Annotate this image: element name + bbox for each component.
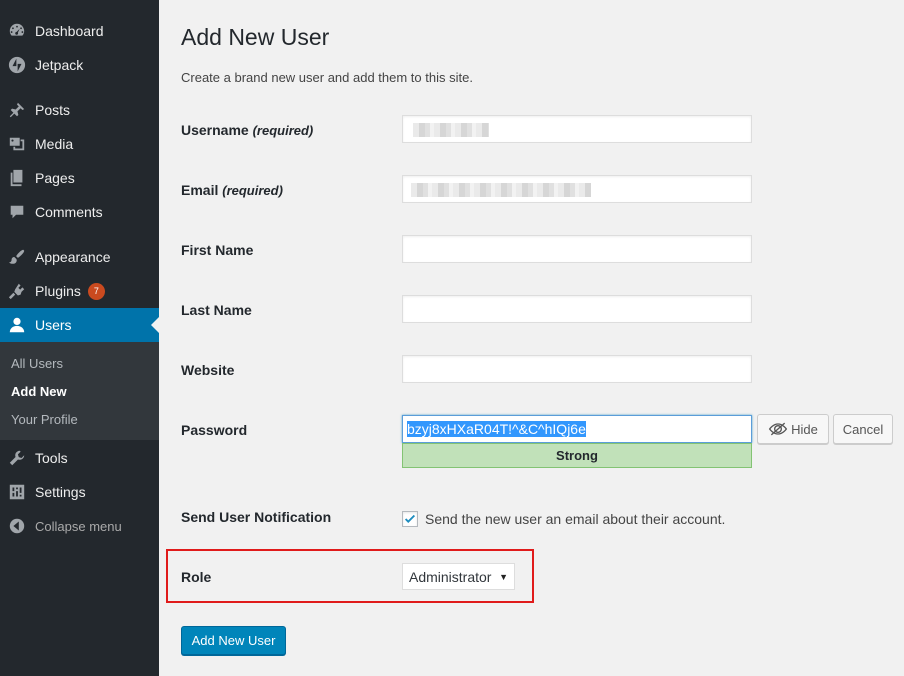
plugin-icon (8, 282, 26, 300)
add-new-user-button[interactable]: Add New User (181, 626, 286, 655)
menu-label: Settings (35, 484, 86, 500)
user-icon (8, 316, 26, 334)
password-input[interactable]: bzyj8xHXaR04T!^&C^hIQj6e (402, 415, 752, 443)
page-title: Add New User (181, 24, 330, 50)
notification-label: Send User Notification (181, 509, 332, 525)
users-submenu: All Users Add New Your Profile (0, 342, 159, 440)
send-notification-checkbox[interactable] (402, 511, 418, 527)
first-name-label: First Name (181, 242, 254, 258)
role-select[interactable]: Administrator ▼ (402, 563, 515, 590)
hide-password-button[interactable]: Hide (757, 414, 829, 444)
redacted-email (411, 183, 591, 197)
menu-label: Users (35, 317, 72, 333)
chevron-down-icon: ▼ (499, 571, 508, 582)
redacted-username (413, 123, 489, 137)
role-selected-value: Administrator (409, 568, 492, 585)
menu-label: Comments (35, 204, 103, 220)
page-description: Create a brand new user and add them to … (181, 70, 473, 85)
pages-icon (8, 169, 26, 187)
checkmark-icon (404, 514, 416, 523)
menu-label: Jetpack (35, 57, 84, 73)
submenu-item-add-new[interactable]: Add New (11, 384, 67, 399)
menu-label: Tools (35, 450, 68, 466)
menu-item-appearance[interactable]: Appearance (0, 240, 159, 274)
username-input[interactable] (402, 115, 752, 143)
hide-button-label: Hide (791, 421, 818, 437)
menu-item-plugins[interactable]: Plugins 7 (0, 274, 159, 308)
menu-label: Dashboard (35, 23, 104, 39)
menu-label: Appearance (35, 249, 111, 265)
menu-item-settings[interactable]: Settings (0, 475, 159, 509)
notification-checkbox-label: Send the new user an email about their a… (425, 511, 726, 527)
menu-item-dashboard[interactable]: Dashboard (0, 14, 159, 48)
comment-icon (8, 203, 26, 221)
menu-item-comments[interactable]: Comments (0, 195, 159, 229)
menu-label: Plugins (35, 283, 81, 299)
email-label: Email (required) (181, 182, 283, 198)
submenu-item-your-profile[interactable]: Your Profile (11, 412, 78, 427)
last-name-input[interactable] (402, 295, 752, 323)
active-indicator-arrow (151, 317, 159, 333)
role-label: Role (181, 569, 212, 585)
menu-label: Posts (35, 102, 71, 118)
menu-item-media[interactable]: Media (0, 127, 159, 161)
settings-icon (8, 483, 26, 501)
first-name-input[interactable] (402, 235, 752, 263)
menu-label: Media (35, 136, 74, 152)
submenu-item-all-users[interactable]: All Users (11, 356, 63, 371)
website-label: Website (181, 362, 235, 378)
password-label: Password (181, 422, 248, 438)
main-content: Add New User Create a brand new user and… (159, 0, 904, 676)
menu-label: Pages (35, 170, 75, 186)
cancel-password-button[interactable]: Cancel (833, 414, 893, 444)
update-count-badge: 7 (87, 282, 105, 300)
eye-slash-icon (768, 422, 788, 436)
admin-sidebar: Dashboard Jetpack Posts Media Pages Comm… (0, 0, 159, 676)
menu-item-users[interactable]: Users (0, 308, 159, 342)
menu-item-jetpack[interactable]: Jetpack (0, 48, 159, 82)
jetpack-icon (8, 56, 26, 74)
collapse-icon (8, 517, 26, 535)
media-icon (8, 135, 26, 153)
menu-item-tools[interactable]: Tools (0, 441, 159, 475)
menu-item-posts[interactable]: Posts (0, 93, 159, 127)
pin-icon (8, 101, 26, 119)
last-name-label: Last Name (181, 302, 252, 318)
menu-item-pages[interactable]: Pages (0, 161, 159, 195)
collapse-menu-button[interactable]: Collapse menu (0, 509, 159, 543)
brush-icon (8, 248, 26, 266)
menu-label: Collapse menu (35, 518, 122, 534)
website-input[interactable] (402, 355, 752, 383)
password-strength-meter: Strong (402, 443, 752, 468)
username-label: Username (required) (181, 122, 314, 138)
password-value: bzyj8xHXaR04T!^&C^hIQj6e (407, 421, 586, 437)
wrench-icon (8, 449, 26, 467)
email-input[interactable] (402, 175, 752, 203)
dashboard-icon (8, 22, 26, 40)
